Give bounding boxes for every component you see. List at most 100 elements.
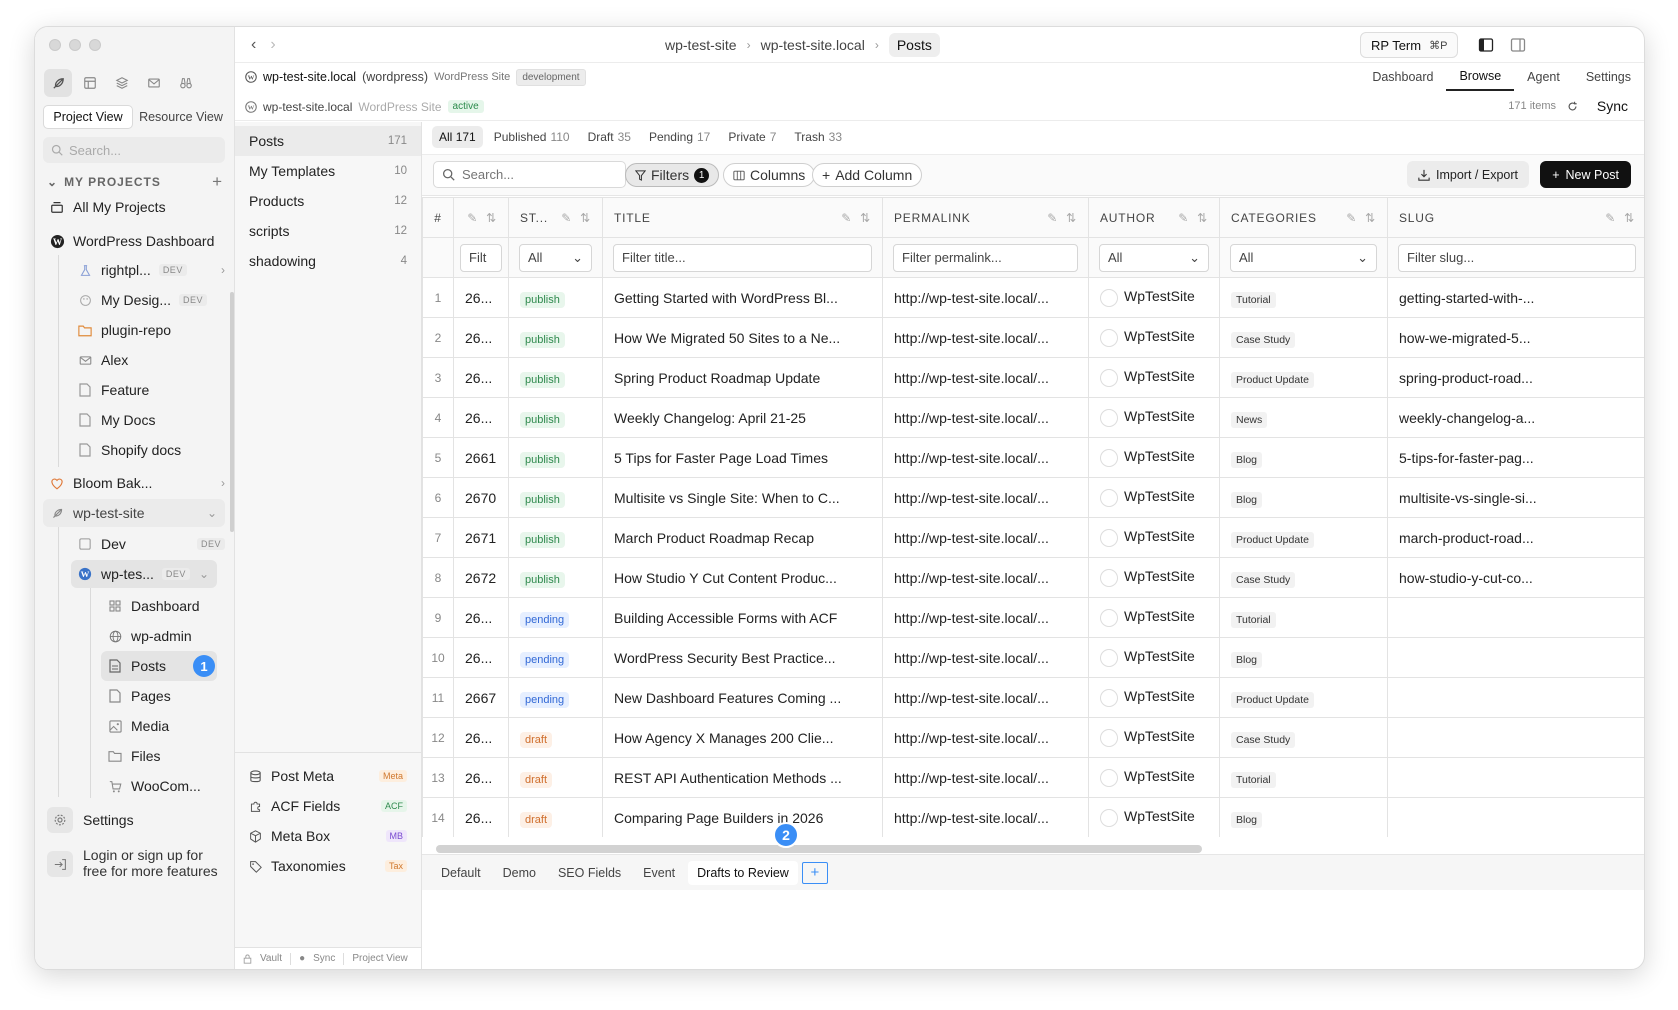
author-cell[interactable]: WpTestSite [1088, 437, 1220, 478]
post-id-cell[interactable]: 26... [453, 757, 509, 798]
layers-icon[interactable] [108, 69, 136, 97]
permalink-cell[interactable]: http://wp-test-site.local/... [882, 797, 1089, 837]
tab-draft[interactable]: Draft 35 [581, 126, 638, 148]
slug-cell[interactable]: 5-tips-for-faster-pag... [1387, 437, 1644, 478]
category-cell[interactable]: Case Study [1219, 557, 1388, 598]
table-row[interactable]: 2 26... publish How We Migrated 50 Sites to… [422, 317, 1644, 358]
chevron-sort-icon[interactable]: ⇅ [860, 211, 871, 225]
permalink-cell[interactable]: http://wp-test-site.local/... [882, 517, 1089, 558]
sort-icon[interactable]: ✎ ⇅ [1605, 211, 1635, 225]
title-cell[interactable]: WordPress Security Best Practice... [602, 637, 883, 678]
sort-icon[interactable]: ✎ ⇅ [841, 211, 871, 225]
post-id-cell[interactable]: 2661 [453, 437, 509, 478]
categories-filter-select[interactable]: All ⌄ [1230, 243, 1377, 272]
title-cell[interactable]: Building Accessible Forms with ACF [602, 597, 883, 638]
sidebar-item-wp-test-site[interactable]: wp-test-site ⌄ [43, 499, 225, 527]
add-column-button[interactable]: + Add Column [812, 163, 923, 187]
table-row[interactable]: 4 26... publish Weekly Changelog: April 21-… [422, 397, 1644, 438]
view-tab-default[interactable]: Default [432, 861, 490, 885]
tab-trash[interactable]: Trash 33 [787, 126, 849, 148]
resource-view-tab[interactable]: Resource View [137, 105, 225, 129]
table-row[interactable]: 5 2661 publish 5 Tips for Faster Page Load … [422, 437, 1644, 478]
sidebar-item-all-projects[interactable]: All My Projects [49, 194, 166, 220]
binoculars-icon[interactable] [172, 69, 200, 97]
slug-cell[interactable]: how-studio-y-cut-co... [1387, 557, 1644, 598]
chevron-sort-icon[interactable]: ⇅ [1197, 211, 1208, 225]
post-id-cell[interactable]: 26... [453, 717, 509, 758]
status-cell[interactable]: pending [508, 637, 603, 678]
horizontal-scrollbar[interactable] [436, 845, 1202, 853]
chevron-sort-icon[interactable]: ⇅ [1624, 211, 1635, 225]
slug-cell[interactable] [1387, 797, 1644, 837]
minimize-window-button[interactable] [69, 39, 81, 51]
author-cell[interactable]: WpTestSite [1088, 557, 1220, 598]
sidebar-item-shopify-docs[interactable]: Shopify docs [77, 437, 181, 463]
taxonomies-item[interactable]: Taxonomies Tax [235, 851, 421, 881]
title-cell[interactable]: How Agency X Manages 200 Clie... [602, 717, 883, 758]
id-filter-input[interactable]: Filt [460, 243, 502, 272]
sidebar-scrollbar[interactable] [230, 292, 234, 532]
split-view-icon[interactable] [1510, 37, 1526, 53]
slug-cell[interactable]: getting-started-with-... [1387, 277, 1644, 318]
post-id-cell[interactable]: 2672 [453, 557, 509, 598]
filters-button[interactable]: Filters 1 [625, 163, 720, 187]
permalink-cell[interactable]: http://wp-test-site.local/... [882, 477, 1089, 518]
chevron-sort-icon[interactable]: ⇅ [1365, 211, 1376, 225]
sort-icon[interactable]: ✎ ⇅ [561, 211, 591, 225]
new-post-button[interactable]: + New Post [1540, 161, 1631, 188]
author-cell[interactable]: WpTestSite [1088, 757, 1220, 798]
author-cell[interactable]: WpTestSite [1088, 477, 1220, 518]
title-cell[interactable]: Spring Product Roadmap Update [602, 357, 883, 398]
slug-cell[interactable]: spring-product-road... [1387, 357, 1644, 398]
breadcrumb-project[interactable]: wp-test-site [665, 37, 737, 53]
title-cell[interactable]: Multisite vs Single Site: When to C... [602, 477, 883, 518]
refresh-icon[interactable] [1567, 101, 1578, 112]
add-project-icon[interactable]: + [212, 172, 223, 192]
title-cell[interactable]: New Dashboard Features Coming ... [602, 677, 883, 718]
project-view-tab[interactable]: Project View [43, 105, 133, 129]
table-search-input[interactable] [462, 167, 612, 182]
edit-icon[interactable]: ✎ [841, 211, 852, 225]
sort-icon[interactable]: ✎ ⇅ [1047, 211, 1077, 225]
mail-icon[interactable] [140, 69, 168, 97]
table-row[interactable]: 6 2670 publish Multisite vs Single Site: Wh… [422, 477, 1644, 518]
slug-cell[interactable]: multisite-vs-single-si... [1387, 477, 1644, 518]
post-meta-item[interactable]: Post Meta Meta [235, 761, 421, 791]
chevron-sort-icon[interactable]: ⇅ [1066, 211, 1077, 225]
chevron-down-icon[interactable]: ⌄ [207, 506, 217, 520]
permalink-cell[interactable]: http://wp-test-site.local/... [882, 317, 1089, 358]
content-type-item[interactable]: My Templates 10 [235, 156, 421, 186]
edit-icon[interactable]: ✎ [561, 211, 572, 225]
slug-cell[interactable] [1387, 677, 1644, 718]
table-row[interactable]: 13 26... draft REST API Authentication Meth… [422, 757, 1644, 798]
status-cell[interactable]: publish [508, 477, 603, 518]
slug-cell[interactable]: march-product-road... [1387, 517, 1644, 558]
title-cell[interactable]: Weekly Changelog: April 21-25 [602, 397, 883, 438]
sidebar-search-input[interactable] [69, 142, 209, 158]
title-cell[interactable]: Comparing Page Builders in 2026 [602, 797, 883, 837]
title-filter-input[interactable]: Filter title... [613, 243, 872, 272]
post-id-cell[interactable]: 26... [453, 317, 509, 358]
tab-settings[interactable]: Settings [1573, 63, 1644, 91]
permalink-cell[interactable]: http://wp-test-site.local/... [882, 677, 1089, 718]
category-cell[interactable]: Blog [1219, 437, 1388, 478]
tab-all[interactable]: All 171 [432, 126, 483, 148]
column-header-slug[interactable]: SLUG ✎ ⇅ [1387, 197, 1644, 238]
slug-cell[interactable] [1387, 637, 1644, 678]
column-header-status[interactable]: ST... ✎ ⇅ [508, 197, 603, 238]
tab-pending[interactable]: Pending 17 [642, 126, 717, 148]
table-row[interactable]: 12 26... draft How Agency X Manages 200 Cli… [422, 717, 1644, 758]
post-id-cell[interactable]: 2667 [453, 677, 509, 718]
close-window-button[interactable] [49, 39, 61, 51]
status-cell[interactable]: publish [508, 557, 603, 598]
content-type-item[interactable]: shadowing 4 [235, 246, 421, 276]
tab-published[interactable]: Published 110 [487, 126, 577, 148]
post-id-cell[interactable]: 26... [453, 797, 509, 837]
slug-cell[interactable] [1387, 717, 1644, 758]
tab-private[interactable]: Private 7 [721, 126, 783, 148]
sidebar-item-wp-admin[interactable]: wp-admin [107, 623, 192, 649]
edit-icon[interactable]: ✎ [1346, 211, 1357, 225]
author-cell[interactable]: WpTestSite [1088, 597, 1220, 638]
feather-icon[interactable] [44, 69, 72, 97]
edit-icon[interactable]: ✎ [1047, 211, 1058, 225]
